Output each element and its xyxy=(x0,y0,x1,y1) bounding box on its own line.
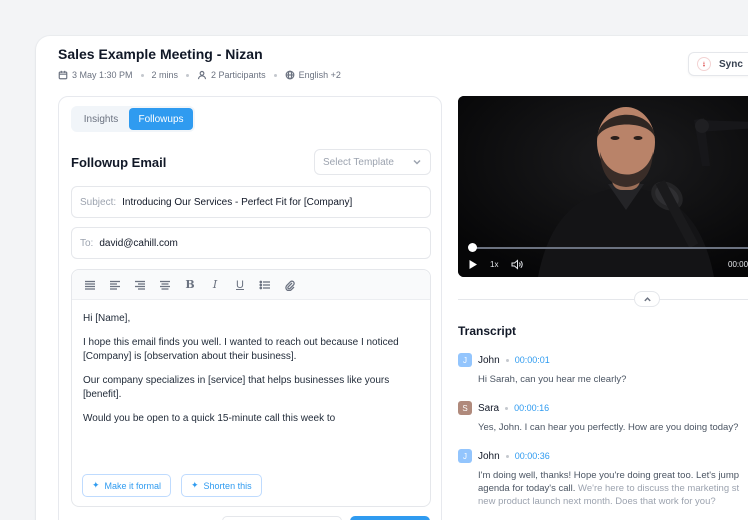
transcript-entry: J John 00:00:36 I'm doing well, thanks! … xyxy=(458,449,748,508)
timestamp-link[interactable]: 00:00:36 xyxy=(515,451,550,461)
playback-speed[interactable]: 1x xyxy=(490,260,498,269)
meta-separator xyxy=(273,73,277,77)
sparkle-icon: ✦ xyxy=(191,480,199,490)
transcript-text: I'm doing well, thanks! Hope you're doin… xyxy=(478,469,748,508)
followup-email-title: Followup Email xyxy=(71,155,167,170)
volume-icon[interactable] xyxy=(511,259,523,270)
collapse-button[interactable] xyxy=(634,291,660,307)
sparkle-icon: ✦ xyxy=(92,480,100,490)
play-icon[interactable] xyxy=(468,259,478,270)
subject-field[interactable]: Subject: Introducing Our Services - Perf… xyxy=(71,186,431,218)
subject-label: Subject: xyxy=(80,196,117,208)
align-left-icon[interactable] xyxy=(108,278,122,292)
transcript-spoken: agenda for today's call. xyxy=(478,483,576,494)
template-select[interactable]: Select Template xyxy=(314,149,431,175)
speaker-name: Sara xyxy=(478,402,500,414)
video-player[interactable] xyxy=(458,96,748,277)
subject-value[interactable]: Introducing Our Services - Perfect Fit f… xyxy=(122,197,352,208)
sync-label: Sync xyxy=(719,58,743,70)
email-paragraph: Hi [Name], xyxy=(83,313,131,324)
attachment-icon[interactable] xyxy=(283,278,297,292)
separator-dot xyxy=(505,358,509,362)
transcript-text: Yes, John. I can hear you perfectly. How… xyxy=(478,422,739,433)
primary-action-button[interactable] xyxy=(350,516,430,520)
speaker-name: John xyxy=(478,354,500,366)
email-paragraph: Would you be open to a quick 15-minute c… xyxy=(83,413,336,424)
transcript-upcoming: new product launch next month. Does that… xyxy=(478,496,716,507)
email-body[interactable]: Hi [Name], I hope this email finds you w… xyxy=(83,312,419,436)
speaker-name: John xyxy=(478,450,500,462)
make-formal-button[interactable]: ✦ Make it formal xyxy=(82,474,172,497)
transcript-title: Transcript xyxy=(458,324,517,338)
transcript-entry: J John 00:00:01 Hi Sarah, can you hear m… xyxy=(458,353,748,386)
separator-dot xyxy=(505,454,509,458)
shorten-label: Shorten this xyxy=(203,480,252,491)
bullet-list-icon[interactable] xyxy=(258,278,272,292)
to-label: To: xyxy=(80,237,94,249)
avatar: S xyxy=(458,401,472,415)
align-right-icon[interactable] xyxy=(133,278,147,292)
secondary-action-button[interactable] xyxy=(222,516,342,520)
chevron-down-icon xyxy=(413,159,421,165)
section-divider xyxy=(458,299,748,300)
template-select-placeholder: Select Template xyxy=(323,156,394,168)
transcript-upcoming: We're here to discuss the marketing st xyxy=(578,483,740,494)
video-progress-handle[interactable] xyxy=(468,243,477,252)
meeting-date: 3 May 1:30 PM xyxy=(58,70,133,80)
meeting-language[interactable]: English +2 xyxy=(285,70,341,80)
timestamp-link[interactable]: 00:00:01 xyxy=(515,355,550,365)
to-value[interactable]: david@cahill.com xyxy=(99,238,178,249)
sync-button[interactable]: Sync xyxy=(688,52,748,76)
underline-icon[interactable]: U xyxy=(233,278,247,292)
transcript-line: agenda for today's call. We're here to d… xyxy=(478,482,748,495)
video-time: 00:00 xyxy=(728,260,748,269)
meeting-participants: 2 Participants xyxy=(197,70,266,80)
email-paragraph: I hope this email finds you well. I want… xyxy=(83,337,399,362)
align-justify-icon[interactable] xyxy=(83,278,97,292)
separator-dot xyxy=(505,406,509,410)
sync-icon xyxy=(697,57,711,71)
align-center-icon[interactable] xyxy=(158,278,172,292)
editor-toolbar: B I U xyxy=(72,270,430,300)
bold-icon[interactable]: B xyxy=(183,278,197,292)
italic-icon[interactable]: I xyxy=(208,278,222,292)
language-text: English +2 xyxy=(298,70,341,80)
meeting-duration: 2 mins xyxy=(151,70,179,80)
make-formal-label: Make it formal xyxy=(104,480,162,491)
avatar: J xyxy=(458,353,472,367)
meta-separator xyxy=(186,73,190,77)
panel-tabs: Insights Followups xyxy=(71,106,195,132)
speaker-video-frame xyxy=(458,96,748,277)
globe-icon xyxy=(285,70,294,80)
calendar-icon xyxy=(58,70,68,80)
meeting-meta: 3 May 1:30 PM 2 mins 2 Participants Engl… xyxy=(58,70,341,80)
transcript-line: I'm doing well, thanks! Hope you're doin… xyxy=(478,470,740,481)
meeting-date-text: 3 May 1:30 PM xyxy=(72,70,133,80)
transcript-entry: S Sara 00:00:16 Yes, John. I can hear yo… xyxy=(458,401,748,434)
email-editor[interactable]: B I U Hi [Name], I hope this email finds… xyxy=(71,269,431,507)
transcript-text: Hi Sarah, can you hear me clearly? xyxy=(478,374,627,385)
video-progress-track[interactable] xyxy=(470,247,748,249)
timestamp-link[interactable]: 00:00:16 xyxy=(514,403,549,413)
meta-separator xyxy=(140,73,144,77)
participants-text: 2 Participants xyxy=(211,70,266,80)
email-paragraph: Our company specializes in [service] tha… xyxy=(83,375,390,400)
avatar: J xyxy=(458,449,472,463)
meeting-title: Sales Example Meeting - Nizan xyxy=(58,46,263,62)
to-field[interactable]: To: david@cahill.com xyxy=(71,227,431,259)
chevron-up-icon xyxy=(643,296,651,301)
tab-followups[interactable]: Followups xyxy=(129,108,193,130)
shorten-button[interactable]: ✦ Shorten this xyxy=(181,474,262,497)
tab-insights[interactable]: Insights xyxy=(73,108,129,130)
user-icon xyxy=(197,70,207,80)
